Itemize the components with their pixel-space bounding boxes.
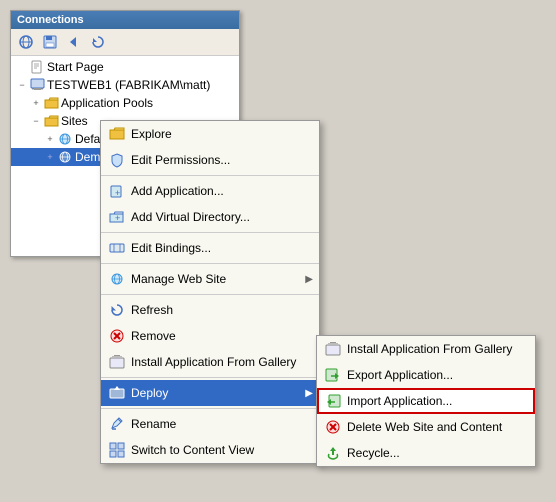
menu-label: Switch to Content View [131, 443, 313, 457]
rename-icon [107, 414, 127, 434]
binding-icon [107, 238, 127, 258]
import-icon [323, 391, 343, 411]
folder-icon [43, 95, 59, 111]
menu-divider [101, 232, 319, 233]
tree-label: Application Pools [61, 96, 153, 110]
submenu-item-install-gallery[interactable]: Install Application From Gallery [317, 336, 535, 362]
recycle-icon [323, 443, 343, 463]
submenu-arrow: ▶ [305, 388, 313, 399]
toolbar-save-btn[interactable] [39, 31, 61, 53]
expand-icon: + [43, 150, 57, 164]
submenu-item-import-app[interactable]: Import Application... [317, 388, 535, 414]
menu-label: Explore [131, 127, 313, 141]
folder-icon [43, 113, 59, 129]
computer-icon [29, 77, 45, 93]
expand-icon: − [29, 114, 43, 128]
gallery-icon [107, 352, 127, 372]
svg-text:+: + [115, 213, 120, 223]
submenu-item-export-app[interactable]: Export Application... [317, 362, 535, 388]
menu-label: Edit Bindings... [131, 241, 313, 255]
menu-label: Install Application From Gallery [131, 355, 313, 369]
manage-icon [107, 269, 127, 289]
tree-item-app-pools[interactable]: + Application Pools [11, 94, 239, 112]
menu-item-install-gallery[interactable]: Install Application From Gallery [101, 349, 319, 375]
delete-icon [323, 417, 343, 437]
submenu-label: Import Application... [347, 394, 529, 408]
menu-item-edit-bindings[interactable]: Edit Bindings... [101, 235, 319, 261]
menu-item-switch-content-view[interactable]: Switch to Content View [101, 437, 319, 463]
switch-icon [107, 440, 127, 460]
submenu-label: Recycle... [347, 446, 529, 460]
menu-label: Refresh [131, 303, 313, 317]
menu-item-deploy[interactable]: Deploy ▶ [101, 380, 319, 406]
menu-label: Add Virtual Directory... [131, 210, 313, 224]
menu-label: Rename [131, 417, 313, 431]
refresh-icon [107, 300, 127, 320]
submenu-label: Export Application... [347, 368, 529, 382]
add-app-icon: + [107, 181, 127, 201]
toolbar-globe-btn[interactable] [15, 31, 37, 53]
tree-label: Sites [61, 114, 88, 128]
menu-divider [101, 175, 319, 176]
deploy-submenu: Install Application From Gallery Export … [316, 335, 536, 467]
menu-item-remove[interactable]: Remove [101, 323, 319, 349]
submenu-item-delete-website[interactable]: Delete Web Site and Content [317, 414, 535, 440]
remove-icon [107, 326, 127, 346]
menu-label: Deploy [131, 386, 305, 400]
panel-titlebar: Connections [11, 11, 239, 29]
submenu-arrow: ▶ [305, 274, 313, 285]
menu-item-add-virtual-dir[interactable]: + Add Virtual Directory... [101, 204, 319, 230]
expand-icon [15, 60, 29, 74]
context-menu: Explore Edit Permissions... + Add Applic… [100, 120, 320, 464]
menu-label: Edit Permissions... [131, 153, 313, 167]
gallery-sub-icon [323, 339, 343, 359]
toolbar-refresh-btn[interactable] [87, 31, 109, 53]
tree-item-start-page[interactable]: Start Page [11, 58, 239, 76]
globe-icon [57, 149, 73, 165]
menu-item-explore[interactable]: Explore [101, 121, 319, 147]
panel-title: Connections [17, 14, 84, 26]
svg-text:+: + [115, 188, 120, 198]
tree-item-server[interactable]: − TESTWEB1 (FABRIKAM\matt) [11, 76, 239, 94]
menu-label: Remove [131, 329, 313, 343]
panel-toolbar [11, 29, 239, 56]
menu-item-rename[interactable]: Rename [101, 411, 319, 437]
submenu-label: Delete Web Site and Content [347, 420, 529, 434]
toolbar-back-btn[interactable] [63, 31, 85, 53]
explore-icon [107, 124, 127, 144]
menu-label: Manage Web Site [131, 272, 305, 286]
submenu-item-recycle[interactable]: Recycle... [317, 440, 535, 466]
menu-item-manage-website[interactable]: Manage Web Site ▶ [101, 266, 319, 292]
submenu-label: Install Application From Gallery [347, 342, 529, 356]
add-dir-icon: + [107, 207, 127, 227]
export-icon [323, 365, 343, 385]
tree-label: TESTWEB1 (FABRIKAM\matt) [47, 78, 210, 92]
menu-divider [101, 263, 319, 264]
globe-icon [57, 131, 73, 147]
expand-icon: − [15, 78, 29, 92]
page-icon [29, 59, 45, 75]
menu-divider [101, 294, 319, 295]
menu-item-add-application[interactable]: + Add Application... [101, 178, 319, 204]
menu-item-edit-permissions[interactable]: Edit Permissions... [101, 147, 319, 173]
menu-divider [101, 377, 319, 378]
shield-icon [107, 150, 127, 170]
menu-item-refresh[interactable]: Refresh [101, 297, 319, 323]
menu-label: Add Application... [131, 184, 313, 198]
expand-icon: + [43, 132, 57, 146]
deploy-icon [107, 383, 127, 403]
tree-label: Start Page [47, 60, 104, 74]
expand-icon: + [29, 96, 43, 110]
menu-divider [101, 408, 319, 409]
